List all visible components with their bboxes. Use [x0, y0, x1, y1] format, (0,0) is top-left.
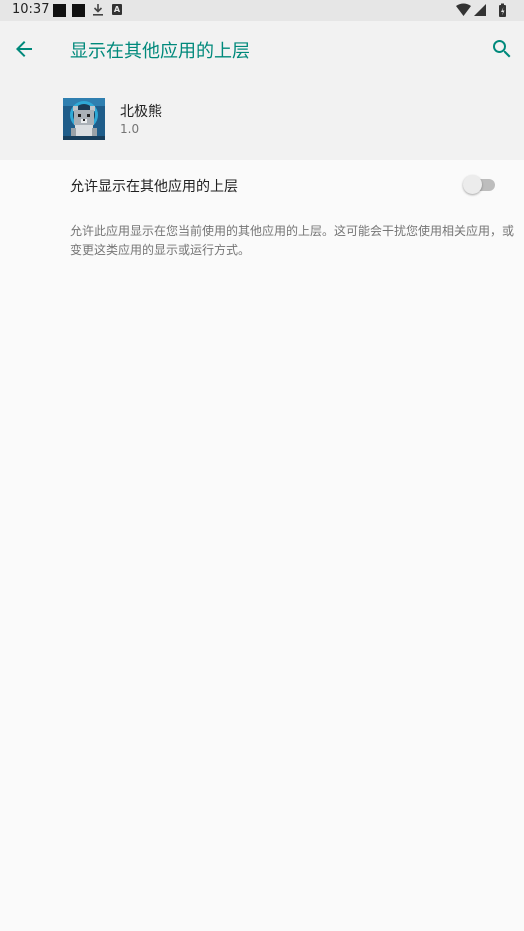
wifi-icon: [456, 3, 471, 16]
download-icon: [93, 4, 103, 16]
preference-summary: 允许此应用显示在您当前使用的其他应用的上层。这可能会干扰您使用相关应用，或变更这…: [70, 224, 515, 257]
a-letter-icon: A: [112, 4, 122, 15]
page-title: 显示在其他应用的上层: [70, 41, 250, 62]
allow-overlay-switch[interactable]: [463, 174, 497, 196]
status-bar: 10:37 A: [0, 0, 524, 21]
app-bar: 显示在其他应用的上层: [0, 21, 524, 77]
system-status-icons: [456, 3, 512, 18]
status-time: 10:37: [12, 2, 50, 17]
notification-square-icon: [72, 4, 85, 17]
arrow-back-icon[interactable]: [12, 37, 36, 61]
notification-square-icon: [53, 4, 66, 17]
battery-icon: [499, 3, 506, 17]
cellular-signal-icon: [474, 4, 486, 16]
preference-label: 允许显示在其他应用的上层: [70, 179, 238, 195]
app-name: 北极熊: [120, 104, 162, 120]
polar-bear-app-icon: [63, 98, 105, 140]
app-version: 1.0: [120, 122, 140, 136]
app-header: 北极熊 1.0: [0, 77, 524, 160]
allow-overlay-preference[interactable]: 允许显示在其他应用的上层: [0, 160, 524, 210]
switch-thumb: [463, 175, 482, 194]
search-icon[interactable]: [490, 37, 514, 61]
